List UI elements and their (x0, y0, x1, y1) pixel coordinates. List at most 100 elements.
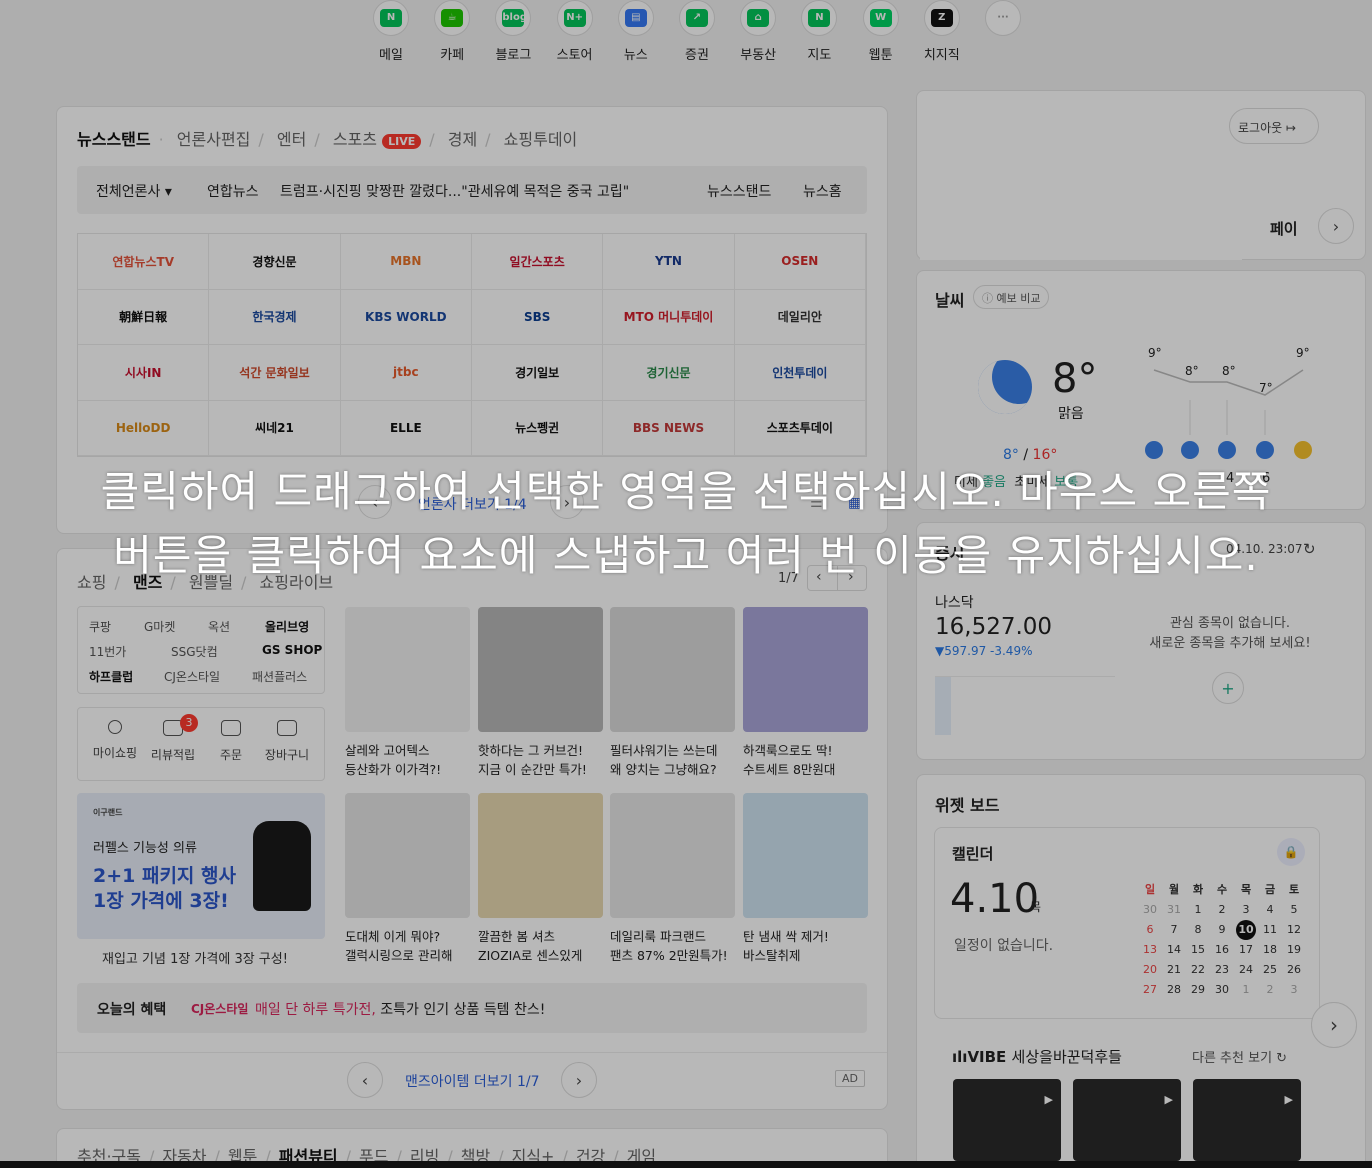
press-logo[interactable]: 인천투데이 (734, 345, 866, 401)
widget-next-button[interactable]: › (1311, 1002, 1357, 1048)
tab-oneplusdeal[interactable]: 원쁠딜 (189, 573, 233, 592)
shop-link-halfclub[interactable]: 하프클럽 (89, 668, 133, 685)
tab-sports[interactable]: 스포츠 (333, 130, 377, 149)
shopping-next-button[interactable]: › (848, 569, 854, 585)
calendar-day[interactable]: 18 (1258, 940, 1282, 960)
press-logo[interactable]: BBS NEWS (603, 400, 735, 456)
orders-button[interactable]: 주문 (202, 720, 260, 763)
promo-caption[interactable]: 재입고 기념 1장 가격에 3장 구성! (102, 948, 288, 967)
product-card[interactable]: 핫하다는 그 커브건! 지금 이 순간만 특가! (478, 607, 603, 779)
my-shopping-button[interactable]: 마이쇼핑 (86, 720, 144, 761)
calendar-day[interactable]: 26 (1282, 960, 1306, 980)
headline-text[interactable]: 트럼프·시진핑 맞짱판 깔렸다..."관세유예 목적은 중국 고립" (280, 181, 629, 201)
calendar-day[interactable]: 12 (1282, 920, 1306, 940)
calendar-day[interactable]: 25 (1258, 960, 1282, 980)
shop-link-gsshop[interactable]: GS SHOP (262, 643, 322, 657)
press-logo[interactable]: OSEN (734, 234, 866, 290)
product-card[interactable]: 필터샤워기는 쓰는데 왜 양치는 그냥해요? (610, 607, 735, 779)
calendar-day[interactable]: 13 (1138, 940, 1162, 960)
vibe-thumbnail-3[interactable]: ▶ (1193, 1079, 1301, 1161)
tab-economy[interactable]: 경제 (448, 130, 477, 149)
calendar-day[interactable]: 1 (1186, 900, 1210, 920)
calendar-day[interactable]: 8 (1186, 920, 1210, 940)
mens-more-link[interactable]: 맨즈아이템 더보기 1/7 (405, 1071, 539, 1091)
press-logo[interactable]: MBN (340, 234, 472, 290)
calendar-day[interactable]: 14 (1162, 940, 1186, 960)
add-stock-button[interactable]: + (1212, 672, 1244, 704)
tab-press-edit[interactable]: 언론사편집 (177, 130, 251, 149)
calendar-day[interactable]: 1 (1234, 980, 1258, 1000)
calendar-day[interactable]: 27 (1138, 980, 1162, 1000)
press-logo[interactable]: 경기일보 (471, 345, 604, 401)
press-logo[interactable]: jtbc (340, 345, 472, 401)
news-home-link[interactable]: 뉴스홈 (803, 181, 842, 201)
refresh-icon[interactable]: ↻ (1303, 540, 1316, 558)
service-stock[interactable]: ↗ 증권 (671, 0, 723, 63)
calendar-day[interactable]: 20 (1138, 960, 1162, 980)
press-logo[interactable]: HelloDD (78, 400, 210, 456)
calendar-day[interactable]: 30 (1210, 980, 1234, 1000)
cart-button[interactable]: 장바구니 (258, 720, 316, 763)
vibe-thumbnail-1[interactable]: ▶ (953, 1079, 1061, 1161)
mens-next-button[interactable]: › (561, 1062, 597, 1098)
service-realestate[interactable]: ⌂ 부동산 (732, 0, 784, 63)
service-map[interactable]: N 지도 (793, 0, 845, 63)
service-more[interactable]: ··· (977, 0, 1029, 44)
press-logo[interactable]: 시사IN (78, 345, 210, 401)
calendar-day[interactable]: 15 (1186, 940, 1210, 960)
promo-banner[interactable]: 이구랜드 러펠스 기능성 의류 2+1 패키지 행사 1장 가격에 3장! (77, 793, 325, 939)
calendar-day[interactable]: 9 (1210, 920, 1234, 940)
press-logo[interactable]: YTN (603, 234, 735, 290)
press-logo[interactable]: 한국경제 (209, 289, 341, 345)
service-store[interactable]: N+ 스토어 (549, 0, 601, 63)
tab-newsstand[interactable]: 뉴스스탠드 (77, 130, 151, 149)
press-prev-button[interactable]: ‹ (358, 485, 392, 519)
service-webtoon[interactable]: W 웹툰 (855, 0, 907, 63)
calendar-day[interactable]: 3 (1234, 900, 1258, 920)
press-logo[interactable]: 일간스포츠 (471, 234, 604, 290)
tab-mens[interactable]: 맨즈 (133, 573, 162, 592)
index-name[interactable]: 나스닥 (935, 592, 974, 612)
shop-link-fashionplus[interactable]: 패션플러스 (252, 668, 307, 685)
press-logo[interactable]: 연합뉴스TV (78, 234, 210, 290)
calendar-day[interactable]: 21 (1162, 960, 1186, 980)
press-logo[interactable]: 석간 문화일보 (209, 345, 341, 401)
shop-link-coupang[interactable]: 쿠팡 (89, 618, 111, 635)
calendar-day[interactable]: 11 (1258, 920, 1282, 940)
press-logo[interactable]: MTO 머니투데이 (603, 289, 735, 345)
all-press-dropdown[interactable]: 전체언론사 ▾ (96, 181, 172, 201)
account-next-button[interactable]: › (1318, 208, 1354, 244)
vibe-thumbnail-2[interactable]: ▶ (1073, 1079, 1181, 1161)
headline-press[interactable]: 연합뉴스 (207, 181, 259, 201)
press-logo[interactable]: 경기신문 (603, 345, 735, 401)
calendar-day[interactable]: 2 (1210, 900, 1234, 920)
calendar-day[interactable]: 2 (1258, 980, 1282, 1000)
vibe-more-link[interactable]: 다른 추천 보기 ↻ (1192, 1047, 1287, 1066)
calendar-day[interactable]: 31 (1162, 900, 1186, 920)
shop-link-oliveyoung[interactable]: 올리브영 (265, 618, 309, 635)
tab-enter[interactable]: 엔터 (277, 130, 306, 149)
calendar-day[interactable]: 6 (1138, 920, 1162, 940)
calendar-day[interactable]: 3 (1282, 980, 1306, 1000)
forecast-compare-button[interactable]: ⓘ 예보 비교 (973, 285, 1050, 309)
press-more-link[interactable]: 언론사 더보기 1/4 (418, 494, 527, 514)
logout-button[interactable]: 로그아웃 ↦ (1229, 108, 1319, 144)
grid-view-icon[interactable]: ▦ (848, 495, 861, 511)
shop-link-ssg[interactable]: SSG닷컴 (171, 643, 218, 660)
calendar-day[interactable]: 7 (1162, 920, 1186, 940)
today-benefit-bar[interactable]: 오늘의 혜택 CJ온스타일 매일 단 하루 특가전, 조특가 인기 상품 득템 … (77, 983, 867, 1033)
pay-label[interactable]: 페이 (1270, 218, 1298, 239)
press-logo[interactable]: KBS WORLD (340, 289, 472, 345)
product-card[interactable]: 살레와 고어텍스 등산화가 이가격?! (345, 607, 470, 779)
press-logo[interactable]: 뉴스펭귄 (471, 400, 604, 456)
calendar-day[interactable]: 28 (1162, 980, 1186, 1000)
service-news[interactable]: ▤ 뉴스 (610, 0, 662, 63)
shop-link-gmarket[interactable]: G마켓 (144, 618, 175, 635)
calendar-day[interactable]: 16 (1210, 940, 1234, 960)
product-card[interactable]: 하객룩으로도 딱! 수트세트 8만원대 (743, 607, 868, 779)
calendar-day[interactable]: 5 (1282, 900, 1306, 920)
press-logo[interactable]: 朝鮮日報 (78, 289, 210, 345)
tab-shopping-today[interactable]: 쇼핑투데이 (504, 130, 578, 149)
press-logo[interactable]: ELLE (340, 400, 472, 456)
press-logo[interactable]: 경향신문 (209, 234, 341, 290)
